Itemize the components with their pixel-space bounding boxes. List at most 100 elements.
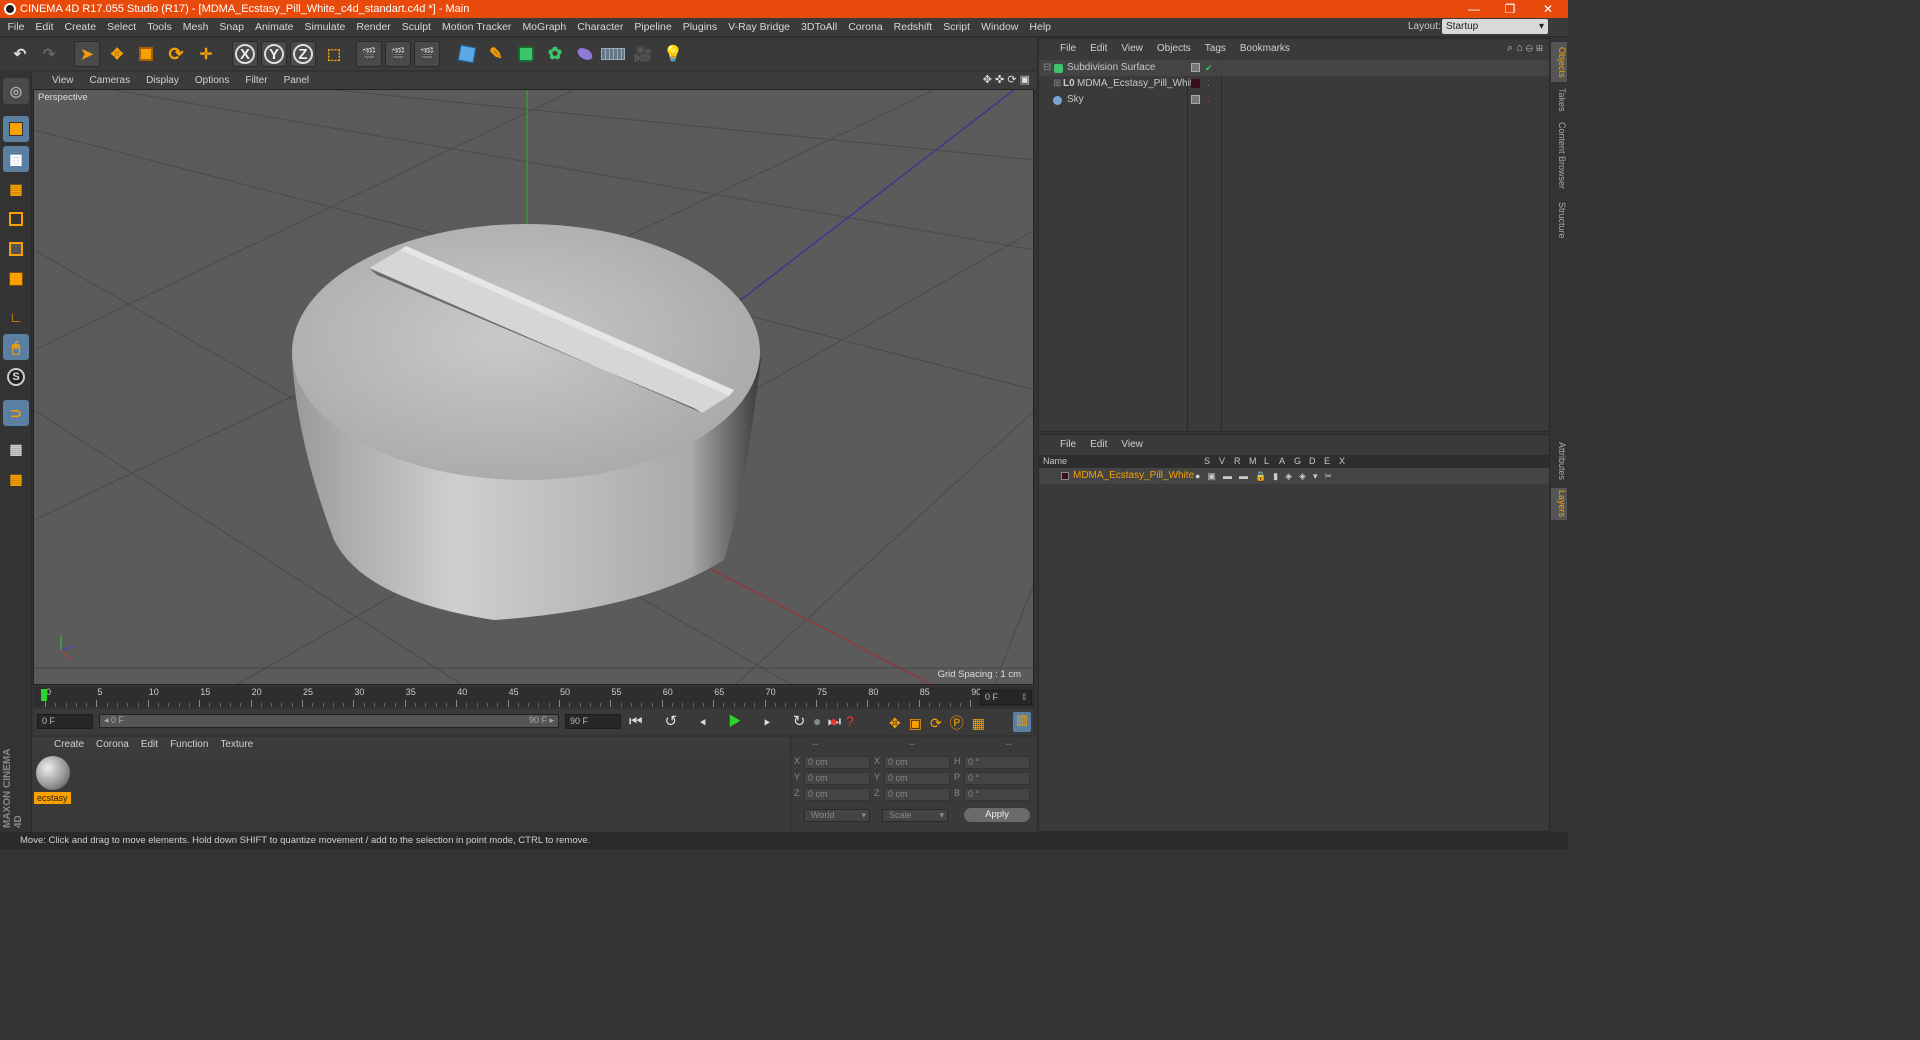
minimize-button[interactable]: — <box>1456 0 1492 18</box>
layer-flags-icons[interactable]: ●▣▬▬🔒▮◈◈▾✂ <box>1195 468 1339 484</box>
layer-row[interactable]: MDMA_Ecstasy_Pill_White ●▣▬▬🔒▮◈◈▾✂ <box>1039 468 1549 484</box>
material-name[interactable]: ecstasy <box>34 792 71 804</box>
menu-help[interactable]: Help <box>1024 18 1057 37</box>
layer-column-x[interactable]: X <box>1339 455 1345 468</box>
objects-menu-bookmarks[interactable]: Bookmarks <box>1233 39 1297 59</box>
coord-position-field[interactable]: 0 cm <box>804 772 870 785</box>
viewport-menu-panel[interactable]: Panel <box>276 72 318 89</box>
layer-column-v[interactable]: V <box>1219 455 1225 468</box>
menu-simulate[interactable]: Simulate <box>299 18 351 37</box>
viewport-menu-cameras[interactable]: Cameras <box>82 72 139 89</box>
playhead-marker[interactable] <box>41 689 47 701</box>
live-selection-icon[interactable]: ✛ <box>193 41 219 67</box>
layers-menu-view[interactable]: View <box>1114 435 1150 455</box>
viewport-nav-icons[interactable]: ✥ ✜ ⟳ ▣ <box>983 73 1030 86</box>
menu-snap[interactable]: Snap <box>214 18 250 37</box>
tab-takes[interactable]: Takes <box>1551 86 1567 114</box>
coord-position-field[interactable]: 0 cm <box>804 756 870 769</box>
objects-menu-objects[interactable]: Objects <box>1150 39 1198 59</box>
layer-column-e[interactable]: E <box>1324 455 1330 468</box>
layer-column-r[interactable]: R <box>1234 455 1241 468</box>
layers-menu-file[interactable]: File <box>1053 435 1083 455</box>
make-editable-icon[interactable]: ◎ <box>3 78 29 104</box>
layer-column-s[interactable]: S <box>1204 455 1210 468</box>
menu-v-ray-bridge[interactable]: V-Ray Bridge <box>723 18 796 37</box>
y-axis-toggle[interactable]: Y <box>261 41 287 67</box>
menu-pipeline[interactable]: Pipeline <box>629 18 677 37</box>
cloner-icon[interactable]: ✿ <box>542 41 568 67</box>
auto-key-icon[interactable]: ● <box>829 713 845 729</box>
menu-tools[interactable]: Tools <box>142 18 178 37</box>
render-picture-viewer-icon[interactable]: 🎬 <box>385 41 411 67</box>
objects-menu-edit[interactable]: Edit <box>1083 39 1114 59</box>
coord-scale-select[interactable]: Scale ▾ <box>882 809 948 822</box>
frame-range-slider[interactable]: ◂ 0 F 90 F ▸ <box>99 714 559 728</box>
move-tool-icon[interactable]: ✥ <box>104 41 130 67</box>
layout-select[interactable]: Startup ▾ <box>1442 19 1548 34</box>
coord-rotation-field[interactable]: 0 ° <box>964 756 1030 769</box>
viewport-perspective[interactable]: Perspective Grid Spacing: 1 cm <box>33 89 1034 685</box>
current-frame-field[interactable]: 0 F ⇕ <box>980 690 1032 705</box>
viewport-menu-filter[interactable]: Filter <box>237 72 275 89</box>
viewport-menu-view[interactable]: View <box>44 72 82 89</box>
menu-edit[interactable]: Edit <box>30 18 59 37</box>
tab-layers[interactable]: Layers <box>1551 488 1567 520</box>
select-tool-icon[interactable]: ➤ <box>74 41 100 67</box>
layer-column-name[interactable]: Name <box>1043 455 1067 468</box>
menu-mograph[interactable]: MoGraph <box>517 18 572 37</box>
tab-attributes[interactable]: Attributes <box>1551 438 1567 484</box>
coord-size-field[interactable]: 0 cm <box>884 756 950 769</box>
menu-file[interactable]: File <box>2 18 30 37</box>
snap-icon[interactable]: S <box>3 364 29 390</box>
magnet-icon[interactable]: ⊃ <box>3 400 29 426</box>
points-mode-icon[interactable] <box>3 206 29 232</box>
render-view-icon[interactable]: 🎬 <box>356 41 382 67</box>
z-axis-toggle[interactable]: Z <box>290 41 316 67</box>
visibility-dots-icon[interactable]: ⁚ <box>1207 92 1210 108</box>
object-row-sky[interactable]: Sky ⁚ <box>1039 92 1549 108</box>
cube-object-icon[interactable] <box>454 41 480 67</box>
tab-structure[interactable]: Structure <box>1551 198 1567 242</box>
render-settings-icon[interactable]: 🎬 <box>414 41 440 67</box>
coord-mode-select[interactable]: World ▾ <box>804 809 870 822</box>
restore-button[interactable]: ❐ <box>1492 0 1528 18</box>
objects-menu-view[interactable]: View <box>1114 39 1150 59</box>
deformer-icon[interactable] <box>572 41 598 67</box>
menu-sculpt[interactable]: Sculpt <box>396 18 436 37</box>
tweak-mode-icon[interactable]: 🖱 <box>3 334 29 360</box>
undo-icon[interactable]: ↶ <box>7 41 33 67</box>
polygons-mode-icon[interactable] <box>3 266 29 292</box>
menu-motion-tracker[interactable]: Motion Tracker <box>436 18 516 37</box>
subdivision-surface-icon[interactable] <box>513 41 539 67</box>
scale-tool-icon[interactable] <box>133 41 159 67</box>
menu-3dtoall[interactable]: 3DToAll <box>796 18 843 37</box>
pen-spline-icon[interactable]: ✎ <box>483 41 509 67</box>
menu-plugins[interactable]: Plugins <box>677 18 722 37</box>
menu-select[interactable]: Select <box>102 18 142 37</box>
end-frame-field[interactable]: 90 F <box>565 714 621 729</box>
viewport-menu-options[interactable]: Options <box>187 72 237 89</box>
key-filter-buttons[interactable]: ✥▣⟳Ⓟ▦ <box>889 713 993 733</box>
layer-column-a[interactable]: A <box>1279 455 1285 468</box>
layer-column-l[interactable]: L <box>1264 455 1269 468</box>
object-row-pill[interactable]: ⊞ L0 MDMA_Ecstasy_Pill_White ⁚ <box>1039 76 1549 92</box>
menu-create[interactable]: Create <box>59 18 102 37</box>
keyframe-buttons[interactable]: ●●? <box>813 713 862 729</box>
close-button[interactable]: ✕ <box>1530 0 1566 18</box>
visibility-dots-icon[interactable]: ⁚ <box>1207 76 1210 92</box>
coord-rotation-field[interactable]: 0 ° <box>964 788 1030 801</box>
edges-mode-icon[interactable] <box>3 236 29 262</box>
material-menu-corona[interactable]: Corona <box>90 737 135 753</box>
timeline-ruler[interactable]: 0 5 10 15 20 25 30 35 40 45 50 55 60 65 70 75 80 85 90 0 F… <box>33 687 1034 707</box>
tab-content-browser[interactable]: Content Browser <box>1551 118 1567 194</box>
object-manager-tools[interactable]: ⌕ ⌂ ⊖ ⊞ <box>1507 42 1543 55</box>
coord-size-field[interactable]: 0 cm <box>884 788 950 801</box>
coord-rotation-field[interactable]: 0 ° <box>964 772 1030 785</box>
object-row-subdivision[interactable]: ⊟ Subdivision Surface ✔ <box>1039 60 1549 76</box>
menu-mesh[interactable]: Mesh <box>177 18 214 37</box>
coord-size-field[interactable]: 0 cm <box>884 772 950 785</box>
x-axis-toggle[interactable]: X <box>232 41 258 67</box>
locked-workplane-icon[interactable]: ▦ <box>3 436 29 462</box>
material-menu-texture[interactable]: Texture <box>214 737 259 753</box>
menu-animate[interactable]: Animate <box>249 18 299 37</box>
